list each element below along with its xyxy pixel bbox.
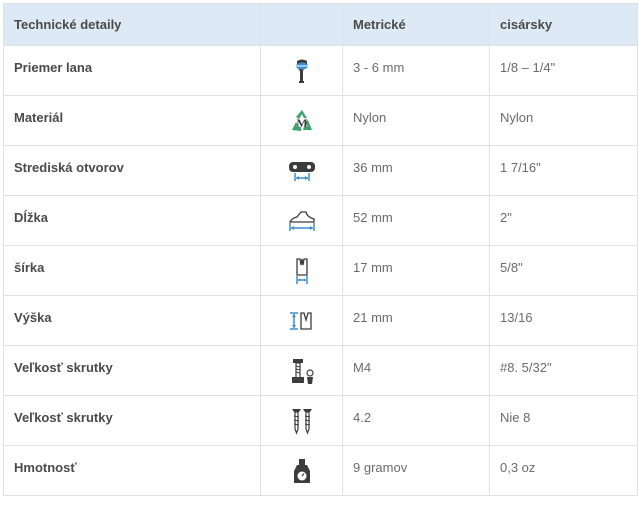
row-metric: M4	[342, 345, 490, 396]
table-row: Veľkosť skrutky 4.2 Nie 8	[3, 395, 638, 446]
header-imperial: cisársky	[489, 3, 638, 46]
header-metric: Metrické	[342, 3, 490, 46]
row-metric: 21 mm	[342, 295, 490, 346]
table-row: Materiál M Nylon Nylon	[3, 95, 638, 146]
row-label: Výška	[3, 295, 261, 346]
row-label: Veľkosť skrutky	[3, 345, 261, 396]
screws-icon	[291, 408, 312, 435]
table-row: Výška 21 mm 13/16	[3, 295, 638, 346]
header-technical-details: Technické detaily	[3, 3, 261, 46]
row-label: šírka	[3, 245, 261, 296]
row-imperial: 0,3 oz	[489, 445, 638, 496]
row-label: Strediská otvorov	[3, 145, 261, 196]
row-label: Dĺžka	[3, 195, 261, 246]
row-label: Hmotnosť	[3, 445, 261, 496]
row-metric: 9 gramov	[342, 445, 490, 496]
header-icon	[260, 3, 343, 46]
row-metric: 52 mm	[342, 195, 490, 246]
hole-spacing-icon	[288, 161, 315, 181]
row-metric: 36 mm	[342, 145, 490, 196]
row-label: Veľkosť skrutky	[3, 395, 261, 446]
table-row: Hmotnosť 9 gramov 0,3 oz	[3, 445, 638, 496]
table-row: Dĺžka 52 mm 2"	[3, 195, 638, 246]
table-row: Strediská otvorov 36 mm 1 7/16"	[3, 145, 638, 196]
row-label: Materiál	[3, 95, 261, 146]
row-metric: 4.2	[342, 395, 490, 446]
rope-diameter-icon	[294, 59, 309, 83]
row-imperial: Nylon	[489, 95, 638, 146]
length-icon	[288, 210, 315, 231]
row-imperial: Nie 8	[489, 395, 638, 446]
width-icon	[295, 257, 308, 284]
table-row: šírka 17 mm 5/8"	[3, 245, 638, 296]
bolt-nut-icon	[291, 358, 314, 384]
row-imperial: 5/8"	[489, 245, 638, 296]
row-metric: Nylon	[342, 95, 490, 146]
row-imperial: 1/8 – 1/4"	[489, 45, 638, 96]
row-label: Priemer lana	[3, 45, 261, 96]
table-row: Priemer lana 3 - 6 mm 1/8 – 1/4"	[3, 45, 638, 96]
row-metric: 3 - 6 mm	[342, 45, 490, 96]
recycle-material-icon: M	[291, 109, 312, 131]
row-imperial: 1 7/16"	[489, 145, 638, 196]
table-row: Veľkosť skrutky M4 #8. 5/32"	[3, 345, 638, 396]
weight-icon	[293, 458, 310, 483]
svg-text:M: M	[296, 116, 307, 130]
height-icon	[289, 311, 312, 330]
technical-details-table: Technické detaily Metrické cisársky Prie…	[3, 3, 638, 496]
row-imperial: 13/16	[489, 295, 638, 346]
row-imperial: 2"	[489, 195, 638, 246]
table-header-row: Technické detaily Metrické cisársky	[3, 3, 638, 46]
row-metric: 17 mm	[342, 245, 490, 296]
row-imperial: #8. 5/32"	[489, 345, 638, 396]
